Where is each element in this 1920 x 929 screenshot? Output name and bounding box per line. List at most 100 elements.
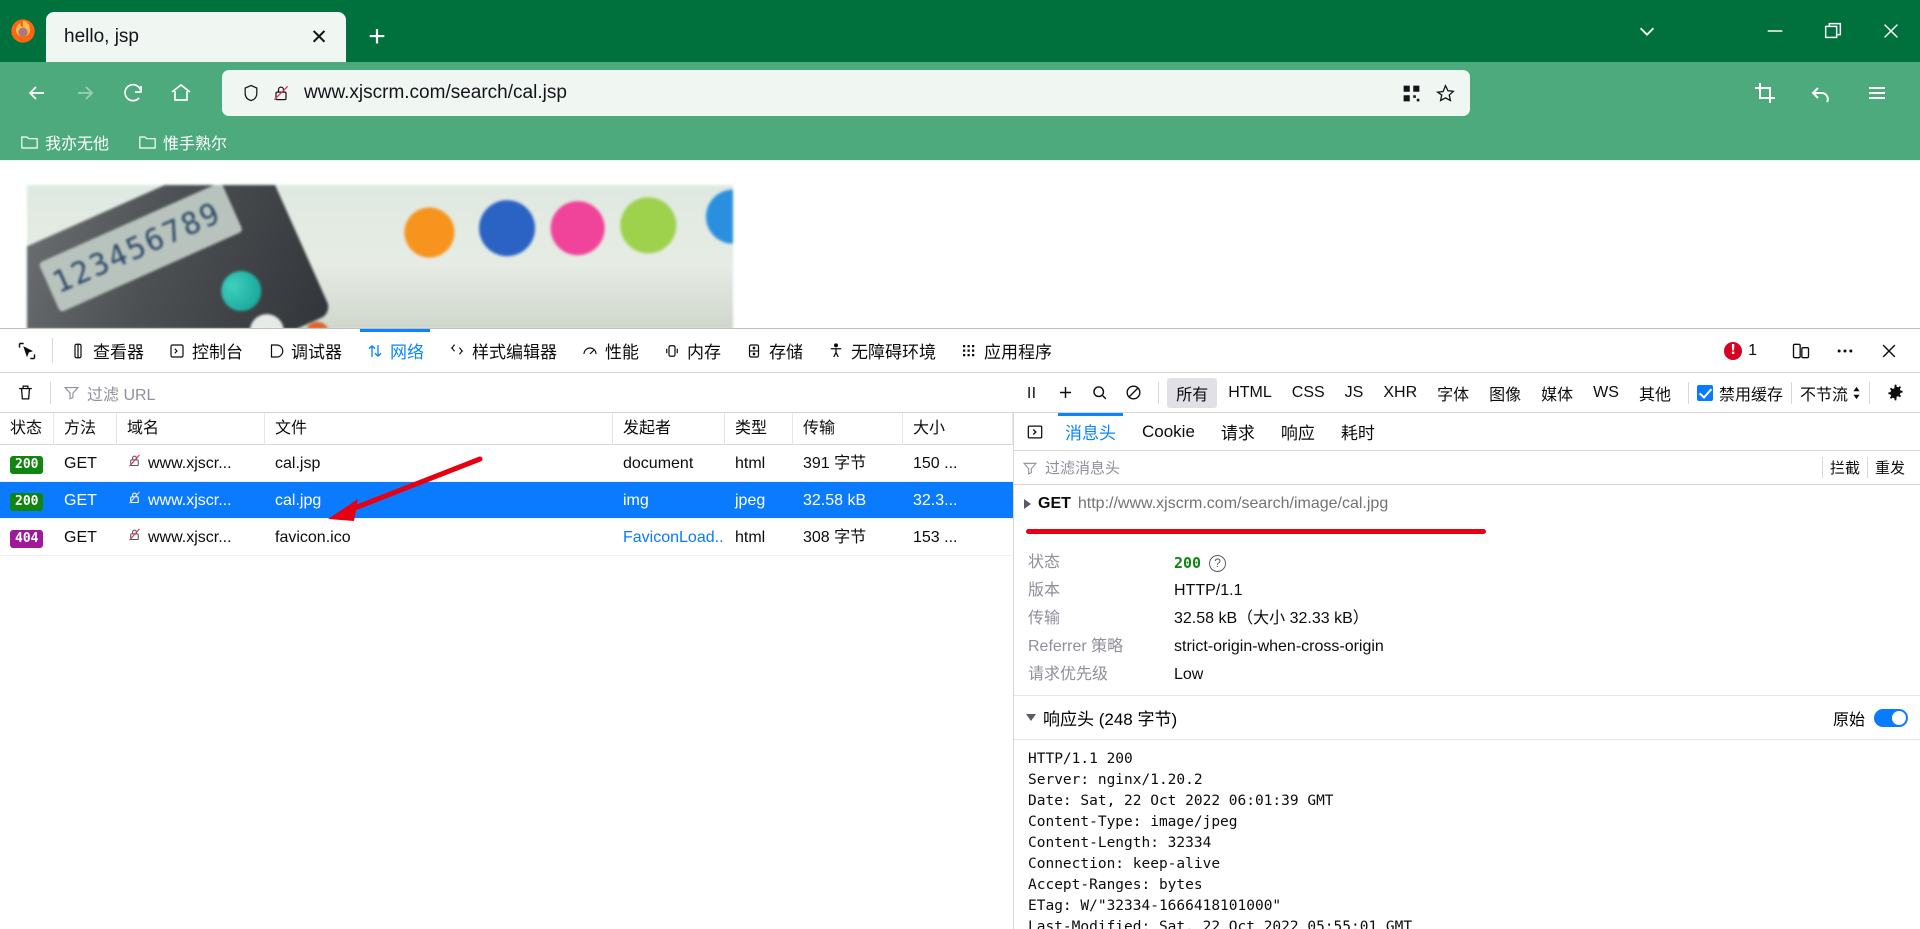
reload-icon[interactable] [110,70,156,116]
home-icon[interactable] [158,70,204,116]
network-settings-gear-icon[interactable] [1878,378,1912,408]
throttle-select[interactable]: 不节流 [1800,381,1861,405]
expand-triangle-icon[interactable] [1024,499,1031,509]
filter-js[interactable]: JS [1336,381,1373,405]
collapse-triangle-icon[interactable] [1026,714,1036,721]
filter-xhr[interactable]: XHR [1374,381,1426,405]
tab-console[interactable]: 控制台 [156,329,255,372]
undo-arrow-icon[interactable] [1798,70,1844,116]
clear-requests-icon[interactable] [8,378,42,408]
close-icon[interactable]: ✕ [304,22,334,52]
url-text[interactable]: www.xjscrm.com/search/cal.jsp [296,82,1396,104]
summary-value: 32.58 kB（大小 32.33 kB） [1174,610,1369,627]
tab-network[interactable]: 网络 [354,329,436,372]
column-header-domain[interactable]: 域名 [117,412,265,445]
responsive-design-mode-icon[interactable] [1780,341,1822,361]
tab-title: hello, jsp [64,26,139,47]
detail-tab-cookies[interactable]: Cookie [1129,413,1208,450]
filter-other[interactable]: 其他 [1630,378,1680,408]
filter-font[interactable]: 字体 [1428,378,1478,408]
column-header-transferred[interactable]: 传输 [793,412,903,445]
column-header-size[interactable]: 大小 [903,412,1013,445]
tab-debugger[interactable]: 调试器 [255,329,354,372]
tab-label: 调试器 [291,343,342,362]
table-row[interactable]: 200 GET www.xjscr... cal.jpg img jpeg 32… [0,482,1013,519]
tab-application[interactable]: 应用程序 [948,329,1064,372]
back-icon[interactable] [14,70,60,116]
cell-domain: www.xjscr... [117,445,265,482]
tab-accessibility[interactable]: 无障碍环境 [815,329,948,372]
pause-requests-icon[interactable] [1014,378,1048,408]
tab-memory[interactable]: 内存 [651,329,733,372]
search-icon[interactable] [1082,378,1116,408]
summary-value: strict-origin-when-cross-origin [1174,638,1384,655]
bookmark-item[interactable]: 我亦无他 [16,127,114,157]
pick-element-icon[interactable] [6,329,48,372]
detail-tab-headers[interactable]: 消息头 [1052,413,1129,450]
insecure-lock-icon[interactable] [266,78,296,108]
filter-url-input[interactable]: 过滤 URL [59,381,1014,405]
cell-size: 153 ... [913,528,958,546]
filter-css[interactable]: CSS [1283,381,1334,405]
filter-ws[interactable]: WS [1584,381,1628,405]
column-header-method[interactable]: 方法 [54,412,117,445]
error-count-badge[interactable]: ! 1 [1714,341,1767,360]
filter-image[interactable]: 图像 [1480,378,1530,408]
disable-cache-checkbox[interactable]: 禁用缓存 [1696,381,1783,405]
collapse-panel-icon[interactable] [1018,413,1052,450]
summary-key: 版本 [1028,582,1061,599]
column-header-initiator[interactable]: 发起者 [613,412,725,445]
calculator-green-button [214,264,268,318]
tab-style-editor[interactable]: 样式编辑器 [436,329,569,372]
table-row[interactable]: 200 GET www.xjscr... cal.jsp document ht… [0,445,1013,482]
tab-performance[interactable]: 性能 [569,329,651,372]
summary-row: 状态 200 ? [1014,549,1920,577]
detail-tab-request[interactable]: 请求 [1208,413,1268,450]
devtools-close-icon[interactable] [1868,341,1910,361]
qrcode-icon[interactable] [1396,78,1426,108]
browser-tab[interactable]: hello, jsp ✕ [46,12,346,62]
cell-status: 200 [0,445,54,482]
annotation-underline [1026,529,1486,534]
detail-tab-strip: 消息头 Cookie 请求 响应 耗时 [1014,413,1920,451]
response-headers-section-header[interactable]: 响应头 (248 字节) 原始 [1014,696,1920,740]
detail-tab-response[interactable]: 响应 [1268,413,1328,450]
block-requests-icon[interactable] [1116,378,1150,408]
devtools-more-menu-icon[interactable] [1824,341,1866,361]
filter-all[interactable]: 所有 [1167,377,1218,408]
help-icon[interactable]: ? [1209,554,1227,572]
request-url-row[interactable]: GET http://www.xjscrm.com/search/image/c… [1014,485,1920,534]
raw-toggle[interactable] [1874,708,1908,727]
table-row[interactable]: 404 GET www.xjscr... favicon.ico Favicon… [0,519,1013,556]
tab-storage[interactable]: 存储 [733,329,815,372]
column-header-status[interactable]: 状态 [0,412,54,445]
resend-request-button[interactable]: 重发 [1866,457,1912,478]
forward-icon[interactable] [62,70,108,116]
bookmark-item[interactable]: 惟手熟尔 [134,127,232,157]
minimize-icon[interactable] [1746,0,1804,62]
detail-tab-timings[interactable]: 耗时 [1328,413,1388,450]
headers-filter-placeholder[interactable]: 过滤消息头 [1045,457,1815,478]
column-header-type[interactable]: 类型 [725,412,793,445]
cell-transferred: 32.58 kB [803,491,867,509]
shield-icon[interactable] [236,78,266,108]
block-request-button[interactable]: 拦截 [1821,457,1867,478]
tab-inspector[interactable]: 查看器 [57,329,156,372]
list-all-tabs-icon[interactable] [1618,0,1676,62]
filter-html[interactable]: HTML [1219,381,1281,405]
hamburger-menu-icon[interactable] [1854,70,1900,116]
filter-url-placeholder: 过滤 URL [87,386,156,404]
address-bar[interactable]: www.xjscrm.com/search/cal.jsp [222,70,1470,116]
raw-response-headers: HTTP/1.1 200 Server: nginx/1.20.2 Date: … [1028,751,1413,929]
filter-media[interactable]: 媒体 [1532,378,1582,408]
insecure-lock-icon [127,445,142,482]
new-request-icon[interactable] [1048,378,1082,408]
column-header-file[interactable]: 文件 [265,412,613,445]
cell-initiator[interactable]: FaviconLoad... [613,519,725,556]
new-tab-button[interactable]: + [356,16,398,58]
screenshot-icon[interactable] [1742,70,1788,116]
bookmark-star-icon[interactable] [1430,78,1460,108]
window-close-icon[interactable] [1862,0,1920,62]
summary-key: Referrer 策略 [1028,638,1124,655]
maximize-restore-icon[interactable] [1804,0,1862,62]
